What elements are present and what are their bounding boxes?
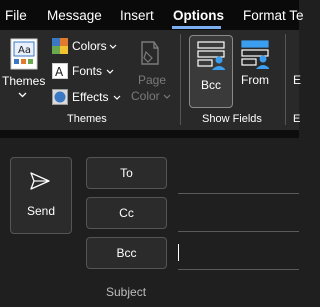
svg-text:Aa: Aa bbox=[18, 45, 31, 56]
effects-button[interactable]: Effects bbox=[52, 89, 122, 107]
page-color-label-line1: Page bbox=[138, 73, 167, 87]
fonts-icon: A bbox=[52, 63, 68, 79]
chevron-down-icon bbox=[109, 44, 117, 49]
ribbon-separator bbox=[285, 34, 286, 125]
tab-insert[interactable]: Insert bbox=[120, 7, 154, 24]
send-label: Send bbox=[27, 204, 56, 218]
page-color-button[interactable]: Page Color bbox=[128, 36, 172, 106]
ribbon-divider bbox=[0, 130, 299, 138]
bcc-field[interactable] bbox=[178, 269, 299, 270]
to-label: To bbox=[120, 166, 133, 180]
paint-bucket-icon bbox=[141, 41, 159, 65]
bcc-label: Bcc bbox=[116, 246, 137, 260]
ribbon-separator bbox=[180, 34, 181, 125]
to-button[interactable]: To bbox=[86, 157, 167, 189]
chevron-down-icon bbox=[163, 94, 171, 99]
bcc-button[interactable]: Bcc bbox=[86, 237, 167, 269]
group-label-clipped: E bbox=[293, 113, 301, 125]
colors-icon bbox=[52, 38, 68, 54]
subject-label: Subject bbox=[106, 285, 147, 299]
colors-button[interactable]: Colors bbox=[52, 38, 122, 56]
colors-label: Colors bbox=[72, 39, 107, 53]
tab-format-text[interactable]: Format Te bbox=[243, 7, 304, 24]
themes-label: Themes bbox=[2, 74, 46, 88]
group-label-show-fields: Show Fields bbox=[202, 113, 262, 125]
menu-bar: File Message Insert Options Format Te bbox=[0, 0, 304, 30]
to-field[interactable] bbox=[178, 193, 299, 194]
themes-button[interactable]: Aa Themes bbox=[2, 34, 46, 104]
fonts-label: Fonts bbox=[72, 64, 103, 78]
send-button[interactable]: Send bbox=[10, 157, 72, 234]
chevron-down-icon bbox=[18, 92, 27, 98]
effects-label: Effects bbox=[72, 90, 109, 104]
tab-options[interactable]: Options bbox=[173, 7, 224, 24]
text-caret bbox=[178, 244, 179, 261]
active-tab-indicator bbox=[172, 26, 221, 29]
bcc-toggle-button[interactable]: Bcc bbox=[189, 35, 233, 108]
bcc-toggle-label: Bcc bbox=[201, 78, 222, 92]
cc-button[interactable]: Cc bbox=[86, 197, 167, 229]
group-label-themes: Themes bbox=[67, 113, 107, 125]
cc-field[interactable] bbox=[178, 231, 299, 232]
themes-icon: Aa bbox=[10, 38, 38, 70]
fonts-button[interactable]: A Fonts bbox=[52, 63, 122, 81]
from-label: From bbox=[241, 73, 269, 87]
from-field-icon bbox=[241, 40, 269, 69]
cc-label: Cc bbox=[119, 206, 134, 220]
page-color-label-line2: Color bbox=[131, 89, 160, 103]
clipped-ribbon-label[interactable]: E bbox=[293, 73, 301, 87]
send-icon bbox=[30, 172, 50, 190]
effects-icon bbox=[52, 89, 68, 105]
chevron-down-icon bbox=[106, 69, 114, 74]
svg-text:A: A bbox=[55, 65, 64, 79]
tab-message[interactable]: Message bbox=[47, 7, 102, 24]
chevron-down-icon bbox=[113, 95, 121, 100]
tab-file[interactable]: File bbox=[5, 7, 27, 24]
from-button[interactable]: From bbox=[237, 36, 277, 106]
bcc-field-icon bbox=[197, 41, 225, 70]
